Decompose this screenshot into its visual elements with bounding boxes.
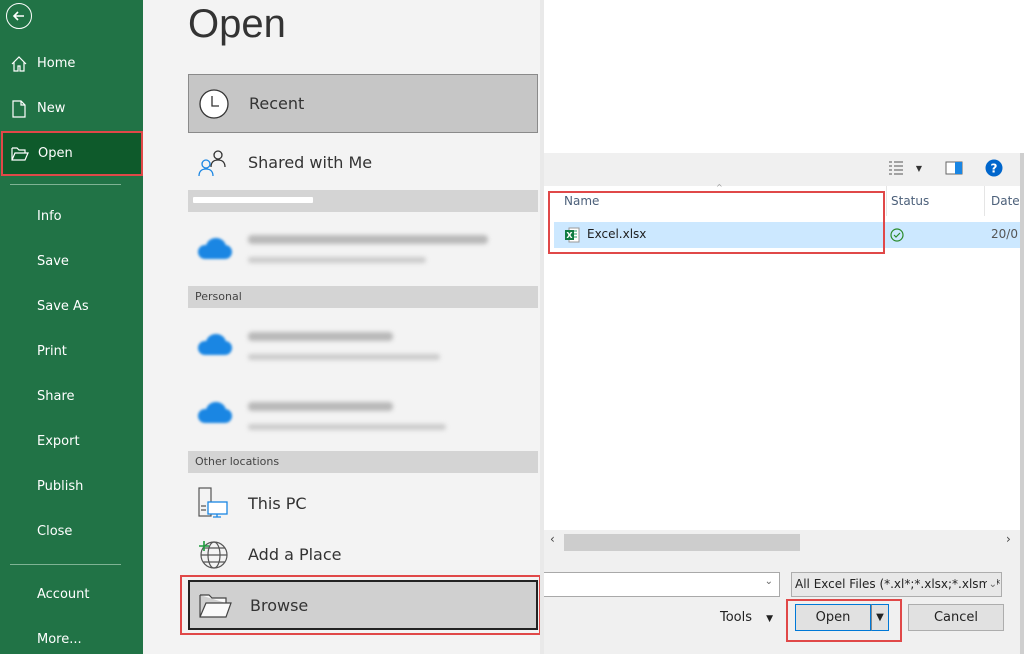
sidebar-item-label: Export bbox=[37, 434, 80, 449]
sidebar-item-save[interactable]: Save bbox=[0, 239, 143, 284]
redacted-text bbox=[248, 402, 393, 411]
group-header-other-locations: Other locations bbox=[188, 451, 538, 473]
new-document-icon bbox=[10, 99, 28, 118]
location-label: Add a Place bbox=[248, 544, 342, 564]
scrollbar-thumb[interactable] bbox=[564, 534, 800, 551]
column-header-date[interactable]: Date bbox=[991, 194, 1020, 208]
sidebar-item-open[interactable]: Open bbox=[1, 131, 143, 176]
file-date: 20/0 bbox=[991, 227, 1018, 241]
name-column-highlight bbox=[548, 191, 885, 254]
cancel-button[interactable]: Cancel bbox=[908, 604, 1004, 631]
sidebar-item-label: Open bbox=[38, 146, 73, 161]
file-type-select[interactable]: All Excel Files (*.xl*;*.xlsx;*.xlsm;* ⌄ bbox=[791, 572, 1002, 597]
sidebar-divider bbox=[10, 184, 121, 185]
location-label: Recent bbox=[249, 94, 305, 113]
sidebar-item-label: Share bbox=[37, 389, 75, 404]
horizontal-scrollbar[interactable]: ‹ › bbox=[544, 530, 1020, 551]
help-icon[interactable]: ? bbox=[985, 159, 1003, 177]
location-shared-with-me[interactable]: Shared with Me bbox=[188, 140, 538, 185]
excel-backstage-open: Home New Open Info Save Save As Print Sh… bbox=[0, 0, 1024, 654]
onedrive-cloud-icon bbox=[196, 237, 234, 259]
tools-menu[interactable]: Tools ▼ bbox=[720, 610, 773, 625]
column-header-status[interactable]: Status bbox=[891, 194, 929, 208]
scroll-right-icon[interactable]: › bbox=[1006, 532, 1011, 546]
column-separator bbox=[984, 186, 985, 216]
redacted-text bbox=[248, 424, 446, 430]
sync-status-check-icon bbox=[890, 227, 904, 246]
location-onedrive-personal-2[interactable] bbox=[188, 380, 538, 445]
page-title: Open bbox=[188, 2, 286, 46]
location-onedrive-personal-1[interactable] bbox=[188, 310, 538, 375]
redacted-text bbox=[248, 354, 440, 360]
sidebar-item-label: Save bbox=[37, 254, 69, 269]
sidebar-item-print[interactable]: Print bbox=[0, 329, 143, 374]
sidebar-item-label: Print bbox=[37, 344, 67, 359]
sidebar-item-label: More... bbox=[37, 632, 82, 647]
sidebar-item-save-as[interactable]: Save As bbox=[0, 284, 143, 329]
sidebar-item-export[interactable]: Export bbox=[0, 419, 143, 464]
sidebar-item-publish[interactable]: Publish bbox=[0, 464, 143, 509]
location-add-a-place[interactable]: Add a Place bbox=[188, 530, 538, 578]
sidebar-item-label: Info bbox=[37, 209, 62, 224]
sidebar-divider bbox=[10, 564, 121, 565]
redacted-text bbox=[248, 235, 488, 244]
location-recent[interactable]: Recent bbox=[188, 74, 538, 133]
sidebar-item-share[interactable]: Share bbox=[0, 374, 143, 419]
column-separator bbox=[886, 186, 887, 216]
location-onedrive-business[interactable] bbox=[188, 215, 538, 280]
redacted-text bbox=[248, 257, 426, 263]
caret-down-icon: ▼ bbox=[766, 614, 774, 624]
backstage-sidebar: Home New Open Info Save Save As Print Sh… bbox=[0, 0, 143, 654]
view-details-icon[interactable] bbox=[887, 159, 905, 177]
file-name-input[interactable]: ⌄ bbox=[544, 572, 780, 597]
redacted-text bbox=[193, 197, 313, 203]
onedrive-cloud-icon bbox=[196, 401, 234, 423]
location-this-pc[interactable]: This PC bbox=[188, 478, 538, 528]
window-edge bbox=[1020, 153, 1024, 654]
sidebar-item-label: Publish bbox=[37, 479, 84, 494]
browse-highlight bbox=[180, 575, 541, 635]
onedrive-cloud-icon bbox=[196, 333, 234, 355]
open-folder-icon bbox=[11, 145, 29, 163]
tools-label: Tools bbox=[720, 610, 753, 625]
open-button-highlight bbox=[786, 599, 902, 642]
preview-pane-icon[interactable] bbox=[944, 159, 964, 177]
view-options-dropdown-icon[interactable]: ▼ bbox=[914, 159, 924, 177]
back-arrow-icon[interactable] bbox=[6, 3, 32, 29]
clock-icon bbox=[197, 87, 231, 121]
sidebar-item-label: Home bbox=[37, 56, 76, 71]
sidebar-item-label: Save As bbox=[37, 299, 89, 314]
dialog-background bbox=[544, 0, 1024, 153]
sidebar-item-info[interactable]: Info bbox=[0, 194, 143, 239]
redacted-text bbox=[248, 332, 393, 341]
sidebar-item-new[interactable]: New bbox=[0, 86, 143, 131]
sidebar-item-label: Close bbox=[37, 524, 73, 539]
group-header-business bbox=[188, 190, 538, 212]
sidebar-item-close[interactable]: Close bbox=[0, 509, 143, 554]
location-label: This PC bbox=[248, 493, 307, 513]
sidebar-item-home[interactable]: Home bbox=[0, 41, 143, 86]
chevron-down-icon[interactable]: ⌄ bbox=[765, 576, 773, 587]
location-label: Shared with Me bbox=[248, 153, 373, 172]
sidebar-item-label: New bbox=[37, 101, 66, 116]
sidebar-item-more[interactable]: More... bbox=[0, 617, 143, 654]
home-icon bbox=[10, 55, 28, 73]
svg-text:?: ? bbox=[991, 162, 998, 176]
chevron-down-icon: ⌄ bbox=[986, 573, 997, 596]
shared-people-icon bbox=[196, 146, 230, 180]
globe-add-icon bbox=[196, 537, 230, 571]
computer-icon bbox=[196, 486, 230, 520]
file-type-value: All Excel Files (*.xl*;*.xlsx;*.xlsm;* bbox=[795, 577, 1001, 591]
sidebar-item-label: Account bbox=[37, 587, 90, 602]
sidebar-item-account[interactable]: Account bbox=[0, 572, 143, 617]
scroll-left-icon[interactable]: ‹ bbox=[550, 532, 555, 546]
group-header-personal: Personal bbox=[188, 286, 538, 308]
